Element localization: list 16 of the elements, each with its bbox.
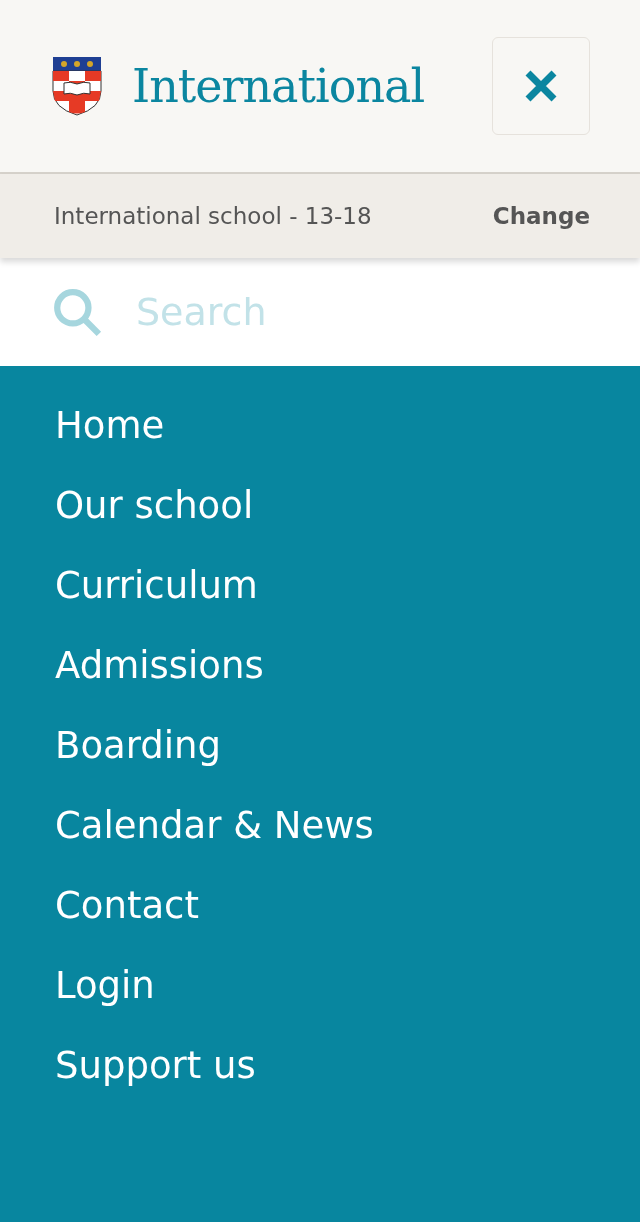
nav-link[interactable]: Curriculum	[55, 546, 640, 626]
nav-link[interactable]: Login	[55, 946, 640, 1026]
school-label: International school - 13-18	[54, 203, 372, 229]
nav-link[interactable]: Admissions	[55, 626, 640, 706]
search-icon	[52, 287, 102, 337]
crest-icon	[52, 56, 102, 116]
change-link[interactable]: Change	[492, 203, 590, 229]
close-icon	[523, 68, 559, 104]
nav-link[interactable]: Our school	[55, 466, 640, 546]
nav-link[interactable]: Support us	[55, 1026, 640, 1106]
nav-link[interactable]: Calendar & News	[55, 786, 640, 866]
nav-link[interactable]: Home	[55, 386, 640, 466]
site-title: International	[132, 59, 426, 113]
nav-link[interactable]: Boarding	[55, 706, 640, 786]
close-button[interactable]	[492, 37, 590, 135]
nav-link[interactable]: Contact	[55, 866, 640, 946]
